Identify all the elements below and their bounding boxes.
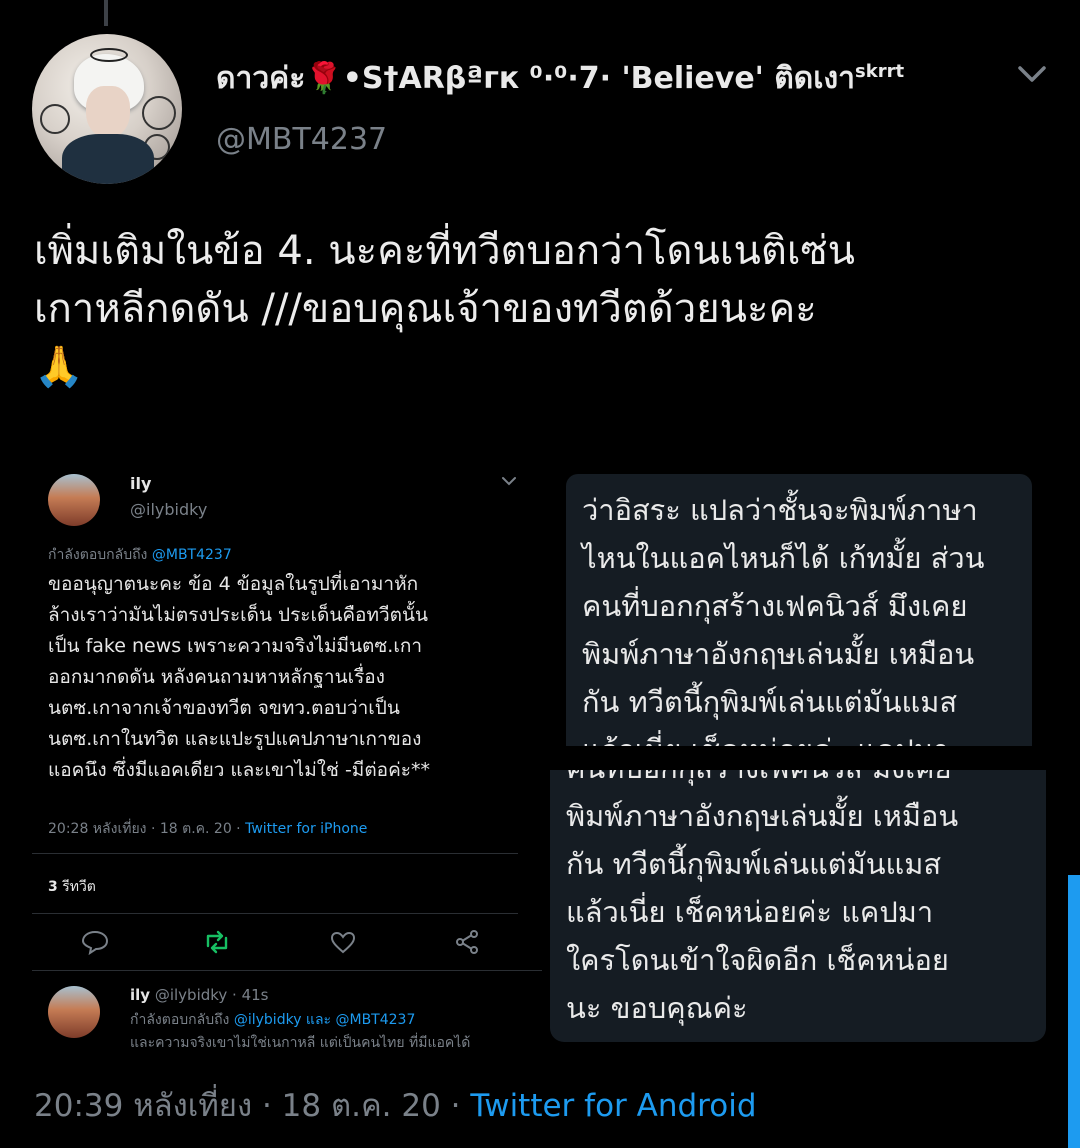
tweet-time: 20:39 หลังเที่ยง · 18 ต.ค. 20 · [34,1088,471,1124]
author-handle[interactable]: @MBT4237 [216,122,387,157]
pray-emoji: 🙏 [34,344,84,390]
tweet-text-line: เพิ่มเติมในข้อ 4. นะคะที่ทวีตบอกว่าโดนเน… [34,228,856,274]
embedded-author-handle: @ilybidky [130,500,208,519]
embedded-author-name: ily [130,474,152,493]
reply-author: ily @ilybidky · 41s [130,986,269,1004]
tweet-body: เพิ่มเติมในข้อ 4. นะคะที่ทวีตบอกว่าโดนเน… [34,222,1054,396]
screenshot-text-line: พิมพ์ภาษาอังกฤษเล่นมั้ย เหมือน [582,637,975,671]
author-display-name[interactable]: ดาวค่ะ🌹•S†ARβªгк ⁰·⁰·7· 'Believe' ติดเงา… [216,55,904,102]
embedded-text-line: แอคนึง ซึ่งมีแอคเดียว และเขาไม่ใช่ -มีต่… [48,759,430,781]
screenshot-text-line: ใครโดนเข้าใจผิดอีก เช็คหน่อย [566,943,949,977]
screenshot-text-line: นะ ขอบคุณค่ะ [566,991,748,1025]
reply-text-truncated: และความจริงเขาไม่ใช่เนกาหลี แต่เป็นคนไทย… [130,1035,471,1048]
retweet-count: 3 รีทวีต [48,876,96,898]
screenshot-text-line: กัน ทวีตนี้กุพิมพ์เล่นแต่มันแมส [566,847,942,881]
avatar [48,986,100,1038]
retweet-icon [206,930,228,954]
tweet-timestamp: 20:39 หลังเที่ยง · 18 ต.ค. 20 · Twitter … [34,1080,757,1130]
screenshot-text-line: แล้วเนี่ย เช็คหน่อยค่ะ แคปมา [566,895,934,929]
screenshot-text-line: คนที่บอกกุสร้างเฟคนิวส์ มึงเคย [566,770,1030,792]
screenshot-text-line: คนที่บอกกุสร้างเฟคนิวส์ มึงเคย [582,589,968,623]
flower-doodle [40,104,70,134]
reply-author-meta: @ilybidky · 41s [150,986,269,1004]
screenshot-text-line: ไหนในแอคไหนก็ได้ เก้ทมั้ย ส่วน [582,541,985,575]
replying-to-mention: @MBT4237 [151,547,232,563]
thread-connector-line [104,0,108,26]
share-icon [456,930,478,954]
embedded-text-line: เป็น fake news เพราะความจริงไม่มีนตซ.เกา [48,635,422,657]
divider [32,913,518,914]
reply-icon [81,930,109,956]
tweet-text-line: เกาหลีกดดัน ///ขอบคุณเจ้าของทวีตด้วยนะคะ [34,286,817,332]
retweet-number: 3 [48,879,58,895]
chevron-down-icon[interactable] [1014,60,1050,88]
author-avatar[interactable] [32,34,182,184]
display-name-superscript: skrrt [855,61,905,82]
flower-doodle [142,96,176,130]
embedded-screenshot-text-top[interactable]: ว่าอิสระ แปลว่าชั้นจะพิมพ์ภาษา ไหนในแอคไ… [566,474,1032,746]
replying-to: กำลังตอบกลับถึง @ilybidky และ @MBT4237 [130,1009,415,1031]
screenshot-text-block: คนที่บอกกุสร้างเฟคนิวส์ มึงเคย พิมพ์ภาษา… [550,770,1046,1032]
embedded-text-line: ล้างเราว่ามันไม่ตรงประเด็น ประเด็นคือทวี… [48,604,428,626]
embedded-text-line: นตซ.เกาจากเจ้าของทวีต จขทว.ตอบว่าเป็น [48,697,400,719]
tweet-source-link[interactable]: Twitter for Android [470,1088,756,1124]
divider [32,970,542,971]
embedded-time: 20:28 หลังเที่ยง · 18 ต.ค. 20 · [48,821,246,837]
embedded-text-line: ออกมากดดัน หลังคนถามหาหลักฐานเรื่อง [48,666,385,688]
display-name-text: ดาวค่ะ🌹•S†ARβªгк ⁰·⁰·7· 'Believe' ติดเงา [216,61,856,96]
reply-author-name: ily [130,986,151,1004]
replying-to: กำลังตอบกลับถึง @MBT4237 [48,544,232,566]
avatar-body [62,134,154,184]
embedded-source: Twitter for iPhone [245,821,368,837]
embedded-timestamp: 20:28 หลังเที่ยง · 18 ต.ค. 20 · Twitter … [48,818,367,840]
replying-to-label: กำลังตอบกลับถึง [48,547,152,563]
retweet-label: รีทวีต [57,879,96,895]
screenshot-text-block: ว่าอิสระ แปลว่าชั้นจะพิมพ์ภาษา ไหนในแอคไ… [566,474,1032,746]
like-icon [330,931,356,954]
avatar-halo [90,48,128,62]
replying-to-mention: @ilybidky และ @MBT4237 [233,1012,416,1028]
divider [32,853,518,854]
avatar [48,474,100,526]
screenshot-text-line: กัน ทวีตนี้กุพิมพ์เล่นแต่มันแมส [582,685,958,719]
scrollbar[interactable] [1068,875,1080,1148]
chevron-down-icon [502,477,516,486]
replying-to-label: กำลังตอบกลับถึง [130,1012,234,1028]
screenshot-text-line: ว่าอิสระ แปลว่าชั้นจะพิมพ์ภาษา [582,493,978,527]
embedded-tweet-body: ขออนุญาตนะคะ ข้อ 4 ข้อมูลในรูปที่เอามาหั… [48,569,528,786]
screenshot-text-line: แล้วเนี่ย เช็คหน่อยค่ะ แคปมา [582,726,1016,746]
embedded-screenshot-text-bottom[interactable]: คนที่บอกกุสร้างเฟคนิวส์ มึงเคย พิมพ์ภาษา… [550,770,1046,1042]
embedded-text-line: ขออนุญาตนะคะ ข้อ 4 ข้อมูลในรูปที่เอามาหั… [48,573,419,595]
embedded-screenshot-tweet[interactable]: ily @ilybidky กำลังตอบกลับถึง @MBT4237 ข… [32,458,542,1048]
embedded-text-line: นตซ.เกาในทวิต และแปะรูปแคปภาษาเกาของ [48,728,422,750]
screenshot-text-line: พิมพ์ภาษาอังกฤษเล่นมั้ย เหมือน [566,799,959,833]
avatar-face [86,86,130,138]
